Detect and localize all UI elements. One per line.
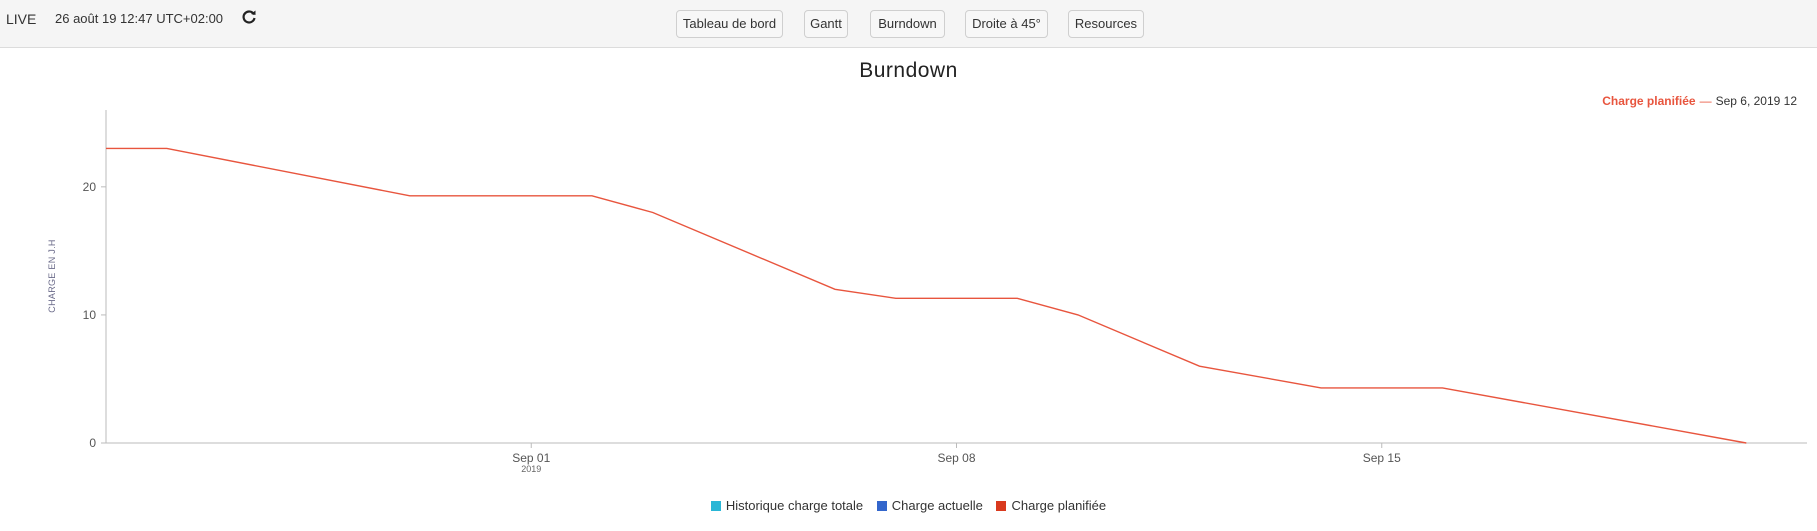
legend-item-historique[interactable]: Historique charge totale (710, 498, 864, 513)
x-tick-sublabel: 2019 (521, 464, 541, 474)
y-tick-label: 20 (83, 180, 97, 194)
burndown-chart: 0 10 20 Sep 012019 Sep 08 Sep 15 (83, 110, 1807, 474)
legend-swatch-charge-actuelle (876, 501, 887, 511)
legend-label-charge-planifiee: Charge planifiée (1011, 498, 1107, 513)
legend-label-historique: Historique charge totale (725, 498, 864, 513)
series-line-charge-planifiee (106, 147, 1747, 444)
x-tick-label: Sep 15 (1363, 451, 1401, 465)
legend-item-charge-actuelle[interactable]: Charge actuelle (876, 498, 983, 513)
chart-legend: Historique charge totale Charge actuelle… (0, 498, 1817, 513)
legend-item-charge-planifiee[interactable]: Charge planifiée (996, 498, 1106, 513)
legend-swatch-historique (710, 501, 721, 511)
x-tick-label: Sep 01 (512, 451, 550, 465)
x-tick-label: Sep 08 (937, 451, 975, 465)
y-tick-label: 0 (89, 436, 96, 450)
legend-swatch-charge-planifiee (996, 501, 1007, 511)
legend-label-charge-actuelle: Charge actuelle (891, 498, 983, 513)
y-tick-label: 10 (83, 308, 97, 322)
